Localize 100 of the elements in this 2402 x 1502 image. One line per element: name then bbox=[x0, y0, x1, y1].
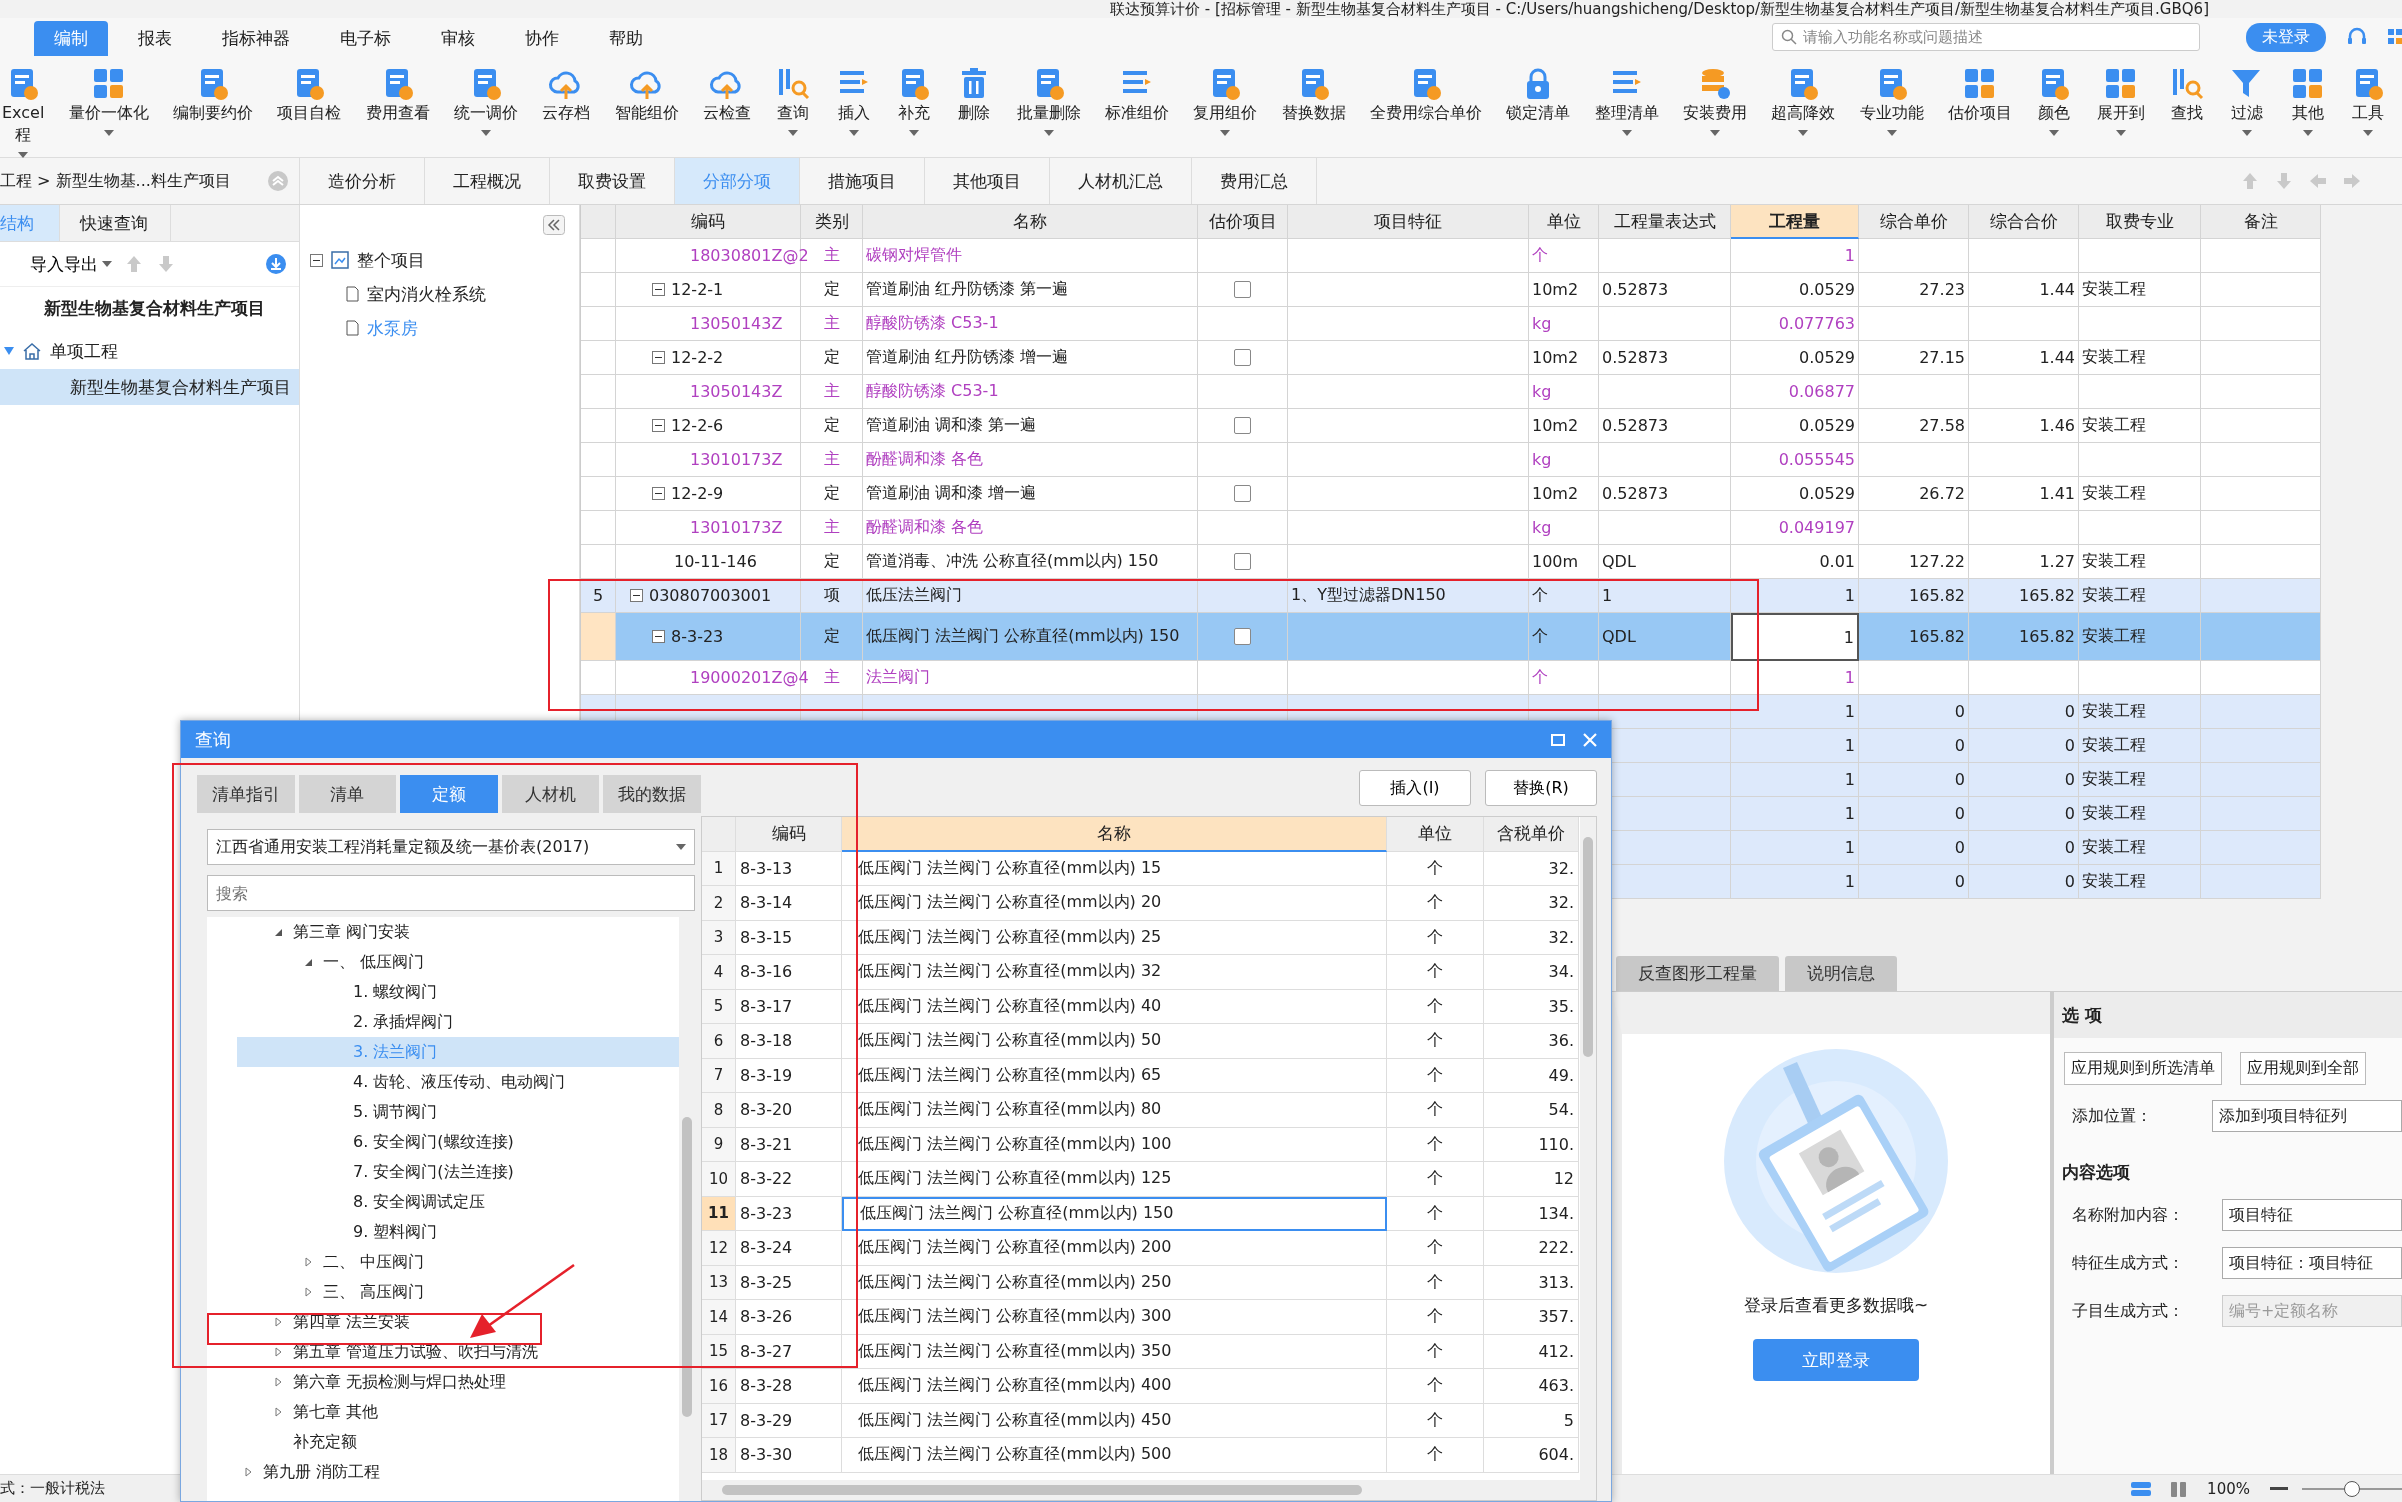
tree-item[interactable]: 补充定额 bbox=[293, 1431, 357, 1453]
collapsed-arrow-icon[interactable] bbox=[273, 1377, 283, 1387]
input-field[interactable]: 添加到项目特征列 bbox=[2212, 1100, 2402, 1132]
column-header[interactable]: 编码 bbox=[736, 817, 842, 852]
collapse-icon[interactable] bbox=[652, 283, 665, 296]
scrollbar[interactable] bbox=[702, 1480, 1596, 1500]
toolbar-button[interactable]: 统一调价 bbox=[452, 66, 521, 136]
tree-item[interactable]: 新型生物基复合材料生产项目 bbox=[44, 297, 265, 320]
input-field[interactable]: 项目特征：项目特征 bbox=[2222, 1247, 2402, 1279]
tree-item[interactable]: 二、 中压阀门 bbox=[323, 1251, 425, 1273]
tree-item[interactable]: 第六章 无损检测与焊口热处理 bbox=[293, 1371, 507, 1393]
toolbar-button[interactable]: 复用组价 bbox=[1191, 66, 1260, 136]
toolbar-button[interactable]: 项目自检 bbox=[275, 66, 344, 124]
toolbar-button[interactable]: 其他 bbox=[2287, 66, 2328, 136]
toolbar-button[interactable]: 过滤 bbox=[2227, 66, 2268, 136]
toolbar-button[interactable]: 批量删除 bbox=[1014, 66, 1083, 136]
toolbar-button[interactable]: 智能组价 bbox=[612, 66, 681, 124]
collapsed-arrow-icon[interactable] bbox=[243, 1467, 253, 1477]
toolbar-button[interactable]: 全费用综合单价 bbox=[1367, 66, 1484, 124]
collapse-icon[interactable] bbox=[310, 253, 323, 267]
checkbox[interactable] bbox=[1234, 417, 1251, 434]
search-field[interactable]: 请输入功能名称或问题描述 bbox=[1772, 23, 2200, 51]
menu-tab[interactable]: 审核 bbox=[421, 21, 495, 56]
toolbar-button[interactable]: 展开到 bbox=[2094, 66, 2147, 136]
close-icon[interactable] bbox=[1583, 732, 1597, 747]
tree-item[interactable]: 第四章 法兰安装 bbox=[293, 1311, 411, 1333]
search-field[interactable]: 搜索 bbox=[207, 875, 695, 911]
column-header[interactable]: 估价项目 bbox=[1198, 205, 1288, 239]
toolbar-button[interactable]: 云存档 bbox=[540, 66, 593, 124]
slider-thumb[interactable] bbox=[2344, 1480, 2360, 1497]
column-header[interactable]: 工程量表达式 bbox=[1599, 205, 1731, 239]
menu-tab[interactable]: 协作 bbox=[505, 21, 579, 56]
toolbar-button[interactable]: 查找 bbox=[2166, 66, 2207, 124]
menu-tab[interactable]: 指标神器 bbox=[202, 21, 310, 56]
column-header[interactable]: 备注 bbox=[2201, 205, 2321, 239]
toolbar-button[interactable]: Excel 程 bbox=[0, 66, 47, 158]
collapse-icon[interactable] bbox=[630, 589, 643, 602]
zoom-out-icon[interactable] bbox=[2270, 1486, 2288, 1491]
download-icon[interactable] bbox=[265, 253, 287, 275]
tree-item[interactable]: 2. 承插焊阀门 bbox=[353, 1011, 454, 1033]
tree-item[interactable]: 6. 安全阀门(螺纹连接) bbox=[353, 1131, 514, 1153]
tab[interactable]: 清单指引 bbox=[197, 775, 295, 813]
checkbox[interactable] bbox=[1234, 485, 1251, 502]
scrollbar[interactable] bbox=[1580, 817, 1596, 1480]
collapse-icon[interactable] bbox=[652, 487, 665, 500]
expanded-arrow-icon[interactable] bbox=[303, 957, 313, 967]
toolbar-button[interactable]: 颜色 bbox=[2034, 66, 2075, 136]
tree-item[interactable]: 三、 高压阀门 bbox=[323, 1281, 425, 1303]
scrollbar[interactable] bbox=[679, 917, 695, 1501]
toolbar-button[interactable]: 标准组价 bbox=[1103, 66, 1171, 124]
apply-rule-button[interactable]: 应用规则到全部 bbox=[2240, 1052, 2366, 1085]
tree-item[interactable]: 第七章 其他 bbox=[293, 1401, 379, 1423]
toolbar-button[interactable]: 安装费用 bbox=[1680, 66, 1749, 136]
maximize-icon[interactable] bbox=[1551, 733, 1565, 746]
tab[interactable]: 说明信息 bbox=[1785, 956, 1897, 991]
input-field[interactable]: 项目特征 bbox=[2222, 1199, 2402, 1231]
column-header[interactable]: 取费专业 bbox=[2079, 205, 2201, 239]
column-header[interactable]: 名称 bbox=[863, 205, 1198, 239]
column-header[interactable]: 综合合价 bbox=[1969, 205, 2079, 239]
collapsed-arrow-icon[interactable] bbox=[273, 1317, 283, 1327]
collapse-icon[interactable] bbox=[652, 351, 665, 364]
toolbar-button[interactable]: 云检查 bbox=[701, 66, 753, 124]
collapse-icon[interactable] bbox=[652, 419, 665, 432]
menu-tab[interactable]: 电子标 bbox=[320, 21, 411, 56]
column-header[interactable]: 名称 bbox=[842, 817, 1387, 852]
collapse-panel-icon[interactable] bbox=[543, 215, 565, 235]
column-header[interactable]: 含税单价 bbox=[1484, 817, 1579, 852]
tree-item[interactable]: 8. 安全阀调试定压 bbox=[353, 1191, 486, 1213]
column-header[interactable]: 单位 bbox=[1529, 205, 1599, 239]
collapse-icon[interactable] bbox=[652, 630, 665, 643]
tree-item[interactable]: 第三章 阀门安装 bbox=[293, 921, 411, 943]
toolbar-button[interactable]: 量价一体化 bbox=[66, 66, 151, 136]
library-dropdown[interactable]: 江西省通用安装工程消耗量定额及统一基价表(2017) bbox=[207, 829, 695, 865]
dialog-button[interactable]: 替换(R) bbox=[1485, 770, 1597, 806]
tree-item[interactable]: 1. 螺纹阀门 bbox=[353, 981, 438, 1003]
checkbox[interactable] bbox=[1234, 628, 1251, 645]
expanded-arrow-icon[interactable] bbox=[4, 347, 14, 355]
column-header[interactable]: 编码 bbox=[616, 205, 801, 239]
menu-tab[interactable]: 报表 bbox=[118, 21, 192, 56]
toolbar-button[interactable]: 专业功能 bbox=[1857, 66, 1926, 136]
toolbar-button[interactable]: 补充 bbox=[894, 66, 934, 136]
collapsed-arrow-icon[interactable] bbox=[273, 1347, 283, 1357]
toolbar-button[interactable]: 查询 bbox=[773, 66, 814, 136]
tree-item[interactable]: 7. 安全阀门(法兰连接) bbox=[353, 1161, 514, 1183]
tree-item[interactable]: 一、 低压阀门 bbox=[323, 951, 425, 973]
tab[interactable]: 人材机 bbox=[501, 775, 600, 813]
tree-item[interactable]: 4. 齿轮、液压传动、电动阀门 bbox=[353, 1071, 566, 1093]
toolbar-button[interactable]: 费用查看 bbox=[363, 66, 432, 124]
tree-item[interactable]: 单项工程 bbox=[50, 339, 118, 363]
tab[interactable]: 反查图形工程量 bbox=[1616, 956, 1779, 991]
checkbox[interactable] bbox=[1234, 553, 1251, 570]
import-export-button[interactable]: 导入导出 bbox=[30, 252, 112, 276]
expanded-arrow-icon[interactable] bbox=[273, 927, 283, 937]
menu-tab[interactable]: 帮助 bbox=[589, 21, 663, 56]
toolbar-button[interactable]: 锁定清单 bbox=[1504, 66, 1573, 124]
apply-rule-button[interactable]: 应用规则到所选清单 bbox=[2064, 1052, 2222, 1085]
collapsed-arrow-icon[interactable] bbox=[273, 1407, 283, 1417]
tree-item[interactable]: 9. 塑料阀门 bbox=[353, 1221, 438, 1243]
toolbar-button[interactable]: 估价项目 bbox=[1945, 66, 2014, 124]
column-header[interactable]: 综合单价 bbox=[1859, 205, 1969, 239]
